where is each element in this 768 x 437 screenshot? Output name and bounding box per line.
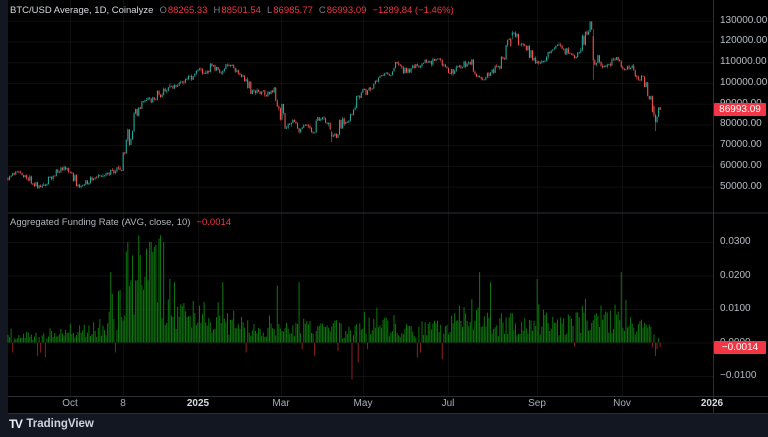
indicator-value: −0.0014 (196, 217, 232, 228)
funding-tick-label: 0.0300 (720, 236, 751, 247)
ohlc-open: O88265.33 (159, 5, 207, 16)
price-tick-label: 130000.00 (720, 14, 768, 26)
price-tick-label: 100000.00 (720, 76, 768, 88)
funding-tick-label: −0.0100 (720, 370, 757, 381)
funding-tick-label: 0.0200 (720, 269, 751, 281)
time-tick-label: 2026 (700, 398, 724, 409)
price-tick-label: 60000.00 (720, 159, 762, 171)
time-tick-label: Nov (613, 398, 631, 409)
time-tick-label: Jul (441, 398, 455, 409)
tradingview-brand-text: TradingView (26, 418, 94, 430)
price-tick-label: 50000.00 (720, 180, 762, 192)
time-tick-label: 2025 (186, 398, 210, 409)
ohlc-low-value: 86985.77 (273, 5, 313, 16)
symbol-title[interactable]: BTC/USD Average, 1D, Coinalyze (10, 5, 153, 16)
funding-tick-label: 0.0100 (720, 303, 751, 314)
tradingview-chart-widget: BTC/USD Average, 1D, Coinalyze O88265.33… (0, 0, 768, 437)
ohlc-low-key: L (266, 5, 273, 16)
time-tick-label: May (353, 398, 373, 409)
indicator-title[interactable]: Aggregated Funding Rate (AVG, close, 10) (10, 217, 190, 228)
ohlc-close-value: 86993.09 (326, 5, 367, 16)
time-tick-label: Sep (528, 398, 546, 409)
ohlc-close-key: C (318, 5, 326, 16)
tradingview-attribution-link[interactable]: TV TradingView (9, 417, 94, 431)
price-tick-label: 110000.00 (720, 56, 767, 68)
ohlc-open-value: 88265.33 (167, 5, 208, 16)
time-tick-label: Oct (62, 398, 78, 409)
ohlc-high: H88501.54 (213, 5, 261, 16)
price-tick-label: 70000.00 (720, 139, 762, 151)
change-value: −1289.84 (−1.46%) (372, 5, 454, 16)
price-tick-label: 80000.00 (720, 118, 762, 130)
time-axis[interactable]: Oct 8 2025 Mar May Jul Sep Nov 2026 (0, 396, 768, 414)
price-tick-label: 120000.00 (720, 35, 768, 47)
last-price-badge: 86993.09 (714, 103, 766, 117)
ohlc-high-value: 88501.54 (221, 5, 261, 16)
ohlc-low: L86985.77 (267, 5, 313, 16)
ohlc-high-key: H (213, 5, 221, 16)
time-tick-label: Mar (272, 398, 290, 409)
funding-value-badge: −0.0014 (714, 340, 766, 354)
ohlc-open-key: O (159, 5, 167, 16)
symbol-legend[interactable]: BTC/USD Average, 1D, Coinalyze O88265.33… (10, 5, 454, 16)
indicator-legend[interactable]: Aggregated Funding Rate (AVG, close, 10)… (10, 217, 231, 228)
tradingview-logo-icon: TV (9, 417, 23, 431)
ohlc-close: C86993.09 (319, 5, 367, 16)
time-tick-label: 8 (120, 398, 126, 409)
